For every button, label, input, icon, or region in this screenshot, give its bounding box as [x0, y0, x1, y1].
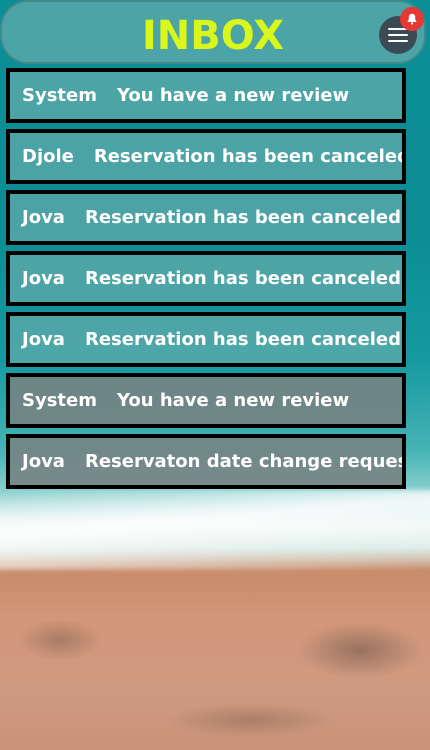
message-text: Reservation has been canceled — [93, 146, 406, 167]
message-row[interactable]: Jova Reservation has been canceled — [6, 251, 406, 306]
message-text: Reservation has been canceled — [84, 207, 402, 228]
message-row[interactable]: Jova Reservation has been canceled — [6, 312, 406, 367]
message-text: Reservation has been canceled — [84, 329, 402, 350]
message-row[interactable]: Jova Reservation has been canceled — [6, 190, 406, 245]
message-text: Reservaton date change request — [84, 451, 406, 472]
message-row[interactable]: System You have a new review — [6, 68, 406, 123]
message-row[interactable]: System You have a new review — [6, 373, 406, 428]
message-text: You have a new review — [116, 85, 350, 106]
message-sender: Jova — [22, 451, 65, 472]
message-text: Reservation has been canceled — [84, 268, 402, 289]
message-text: You have a new review — [116, 390, 350, 411]
message-row[interactable]: Jova Reservaton date change request — [6, 434, 406, 489]
message-sender: System — [22, 85, 97, 106]
message-sender: Djole — [22, 146, 74, 167]
notification-badge[interactable] — [400, 7, 424, 31]
bell-icon — [407, 13, 417, 25]
surf-foam — [0, 490, 430, 570]
message-sender: System — [22, 390, 97, 411]
app-header: INBOX — [0, 0, 426, 64]
message-sender: Jova — [22, 207, 65, 228]
message-sender: Jova — [22, 268, 65, 289]
message-row[interactable]: Djole Reservation has been canceled — [6, 129, 406, 184]
message-sender: Jova — [22, 329, 65, 350]
page-title: INBOX — [141, 13, 285, 59]
